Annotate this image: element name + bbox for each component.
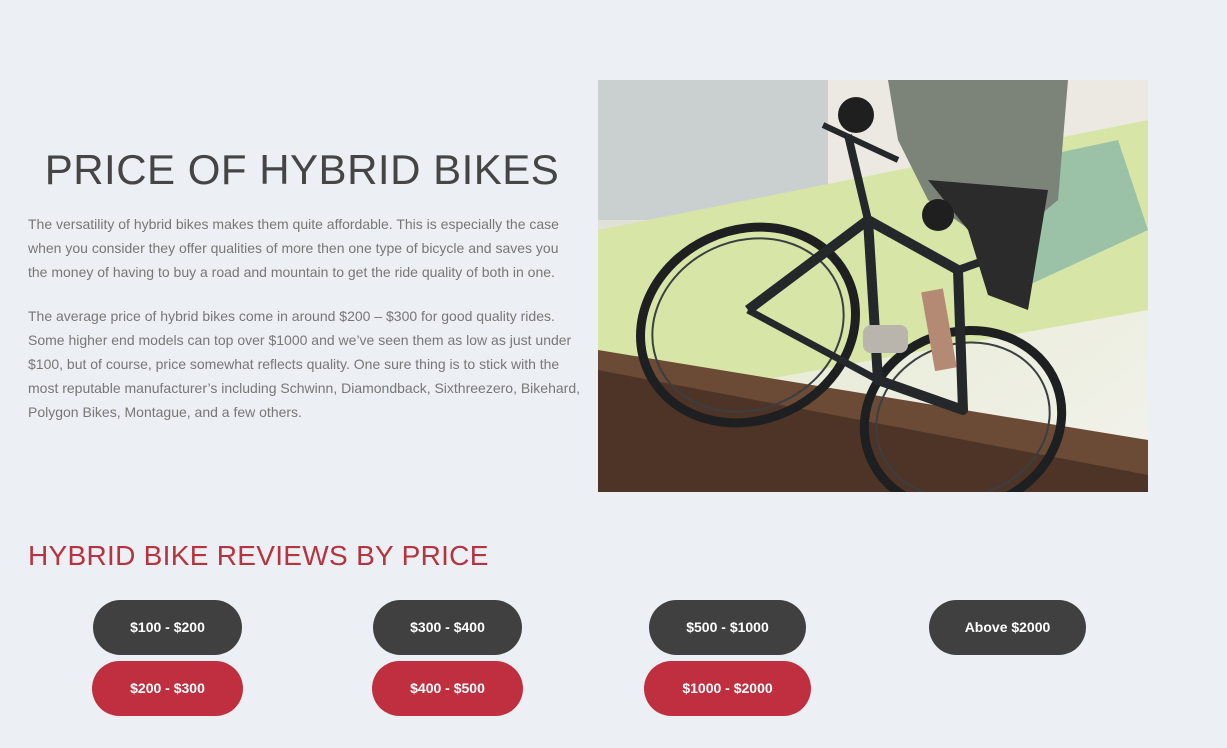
page-title: PRICE OF HYBRID BIKES <box>44 146 560 193</box>
price-button-above-2000[interactable]: Above $2000 <box>929 600 1086 655</box>
price-button-100-200[interactable]: $100 - $200 <box>93 600 242 655</box>
price-button-300-400[interactable]: $300 - $400 <box>373 600 522 655</box>
hybrid-bike-photo <box>598 80 1148 492</box>
price-button-200-300[interactable]: $200 - $300 <box>92 661 243 716</box>
price-paragraph: The average price of hybrid bikes come i… <box>28 308 580 420</box>
price-button-400-500[interactable]: $400 - $500 <box>372 661 523 716</box>
intro-paragraph: The versatility of hybrid bikes makes th… <box>28 216 559 280</box>
bike-rider-illustration <box>598 80 1148 492</box>
price-button-500-1000[interactable]: $500 - $1000 <box>649 600 806 655</box>
reviews-heading: HYBRID BIKE REVIEWS BY PRICE <box>28 540 489 571</box>
price-button-1000-2000[interactable]: $1000 - $2000 <box>644 661 811 716</box>
